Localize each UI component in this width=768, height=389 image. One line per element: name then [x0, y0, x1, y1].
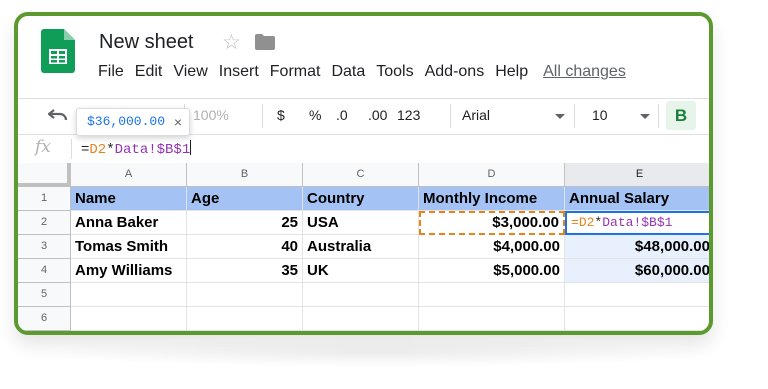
- frame-shadow: [30, 338, 720, 368]
- cell-b4[interactable]: 35: [187, 259, 303, 283]
- cell-e2[interactable]: =D2*Data!$B$1: [565, 211, 709, 235]
- cell-c2[interactable]: USA: [303, 211, 419, 235]
- cell-d4[interactable]: $5,000.00: [419, 259, 565, 283]
- row-header-3[interactable]: 3: [18, 235, 71, 259]
- cell-d1[interactable]: Monthly Income: [419, 187, 565, 211]
- decrease-decimal-button[interactable]: .0: [336, 107, 348, 123]
- bold-button[interactable]: B: [666, 101, 696, 130]
- cell-d3[interactable]: $4,000.00: [419, 235, 565, 259]
- select-all-corner[interactable]: [18, 163, 71, 187]
- column-header-a[interactable]: A: [71, 163, 187, 187]
- row-header-1[interactable]: 1: [18, 187, 71, 211]
- row-header-4[interactable]: 4: [18, 259, 71, 283]
- folder-icon[interactable]: [255, 34, 275, 50]
- toolbar-separator: [574, 104, 575, 128]
- cell-b1[interactable]: Age: [187, 187, 303, 211]
- cell-d6[interactable]: [419, 307, 565, 331]
- chevron-down-icon[interactable]: [555, 114, 565, 119]
- formula-input[interactable]: =D2*Data!$B$1: [81, 140, 192, 158]
- formula-bar-separator: [71, 139, 72, 159]
- menu-view[interactable]: View: [173, 63, 207, 85]
- cell-a1[interactable]: Name: [71, 187, 187, 211]
- formula-result-tooltip: $36,000.00 ×: [76, 108, 191, 136]
- formula-cell-ref: D2: [89, 142, 107, 158]
- cell-c6[interactable]: [303, 307, 419, 331]
- cell-a5[interactable]: [71, 283, 187, 307]
- cell-e4[interactable]: $60,000.00: [565, 259, 709, 283]
- row-header-5[interactable]: 5: [18, 283, 71, 307]
- toolbar-separator: [262, 104, 263, 128]
- cell-c5[interactable]: [303, 283, 419, 307]
- increase-decimal-button[interactable]: .00: [368, 107, 387, 123]
- menu-edit[interactable]: Edit: [135, 63, 163, 85]
- cell-b3[interactable]: 40: [187, 235, 303, 259]
- cell-e5[interactable]: [565, 283, 709, 307]
- tooltip-value: $36,000.00: [87, 114, 166, 129]
- cell-formula-range: Data!$B$1: [602, 215, 673, 230]
- column-header-e[interactable]: E: [565, 163, 709, 187]
- percent-button[interactable]: %: [309, 107, 321, 123]
- font-size-select[interactable]: 10: [592, 107, 608, 123]
- cell-e3[interactable]: $48,000.00: [565, 235, 709, 259]
- cell-e1[interactable]: Annual Salary: [565, 187, 709, 211]
- cell-b6[interactable]: [187, 307, 303, 331]
- undo-icon[interactable]: [48, 107, 68, 123]
- cell-c4[interactable]: UK: [303, 259, 419, 283]
- menu-bar: File Edit View Insert Format Data Tools …: [98, 63, 637, 85]
- cell-b5[interactable]: [187, 283, 303, 307]
- font-select[interactable]: Arial: [462, 107, 490, 123]
- menu-data[interactable]: Data: [331, 63, 365, 85]
- menu-insert[interactable]: Insert: [219, 63, 259, 85]
- document-title[interactable]: New sheet: [99, 31, 194, 54]
- cell-d5[interactable]: [419, 283, 565, 307]
- cell-c3[interactable]: Australia: [303, 235, 419, 259]
- cell-d2[interactable]: $3,000.00: [419, 211, 565, 235]
- menu-file[interactable]: File: [98, 63, 124, 85]
- text-cursor: [190, 140, 192, 155]
- currency-button[interactable]: $: [277, 107, 285, 123]
- chevron-down-icon[interactable]: [640, 114, 650, 119]
- cell-a6[interactable]: [71, 307, 187, 331]
- cell-a2[interactable]: Anna Baker: [71, 211, 187, 235]
- column-header-c[interactable]: C: [303, 163, 419, 187]
- all-changes-link[interactable]: All changes: [543, 63, 626, 85]
- cell-formula-ref: D2: [578, 215, 595, 230]
- sheets-logo-icon: [41, 29, 75, 73]
- close-icon[interactable]: ×: [174, 109, 182, 135]
- cell-a4[interactable]: Amy Williams: [71, 259, 187, 283]
- toolbar-separator: [658, 104, 659, 128]
- star-icon[interactable]: ☆: [222, 30, 241, 55]
- cell-b2[interactable]: 25: [187, 211, 303, 235]
- sheets-window: New sheet ☆ File Edit View Insert Format…: [14, 12, 713, 335]
- more-formats-button[interactable]: 123: [397, 107, 420, 123]
- formula-range-ref: Data!$B$1: [114, 142, 191, 158]
- column-header-d[interactable]: D: [419, 163, 565, 187]
- toolbar-separator: [450, 104, 451, 128]
- column-header-b[interactable]: B: [187, 163, 303, 187]
- row-header-2[interactable]: 2: [18, 211, 71, 235]
- function-icon: fx: [35, 137, 51, 157]
- cell-a3[interactable]: Tomas Smith: [71, 235, 187, 259]
- row-header-6[interactable]: 6: [18, 307, 71, 331]
- spreadsheet-grid: A B C D E 1 Name Age Country Monthly Inc…: [18, 163, 709, 331]
- menu-help[interactable]: Help: [495, 63, 528, 85]
- menu-tools[interactable]: Tools: [376, 63, 413, 85]
- cell-e6[interactable]: [565, 307, 709, 331]
- zoom-select[interactable]: 100%: [193, 107, 229, 123]
- cell-c1[interactable]: Country: [303, 187, 419, 211]
- menu-addons[interactable]: Add-ons: [425, 63, 485, 85]
- formula-operator: *: [106, 142, 115, 158]
- menu-format[interactable]: Format: [270, 63, 321, 85]
- cell-formula-equals: =: [571, 215, 579, 230]
